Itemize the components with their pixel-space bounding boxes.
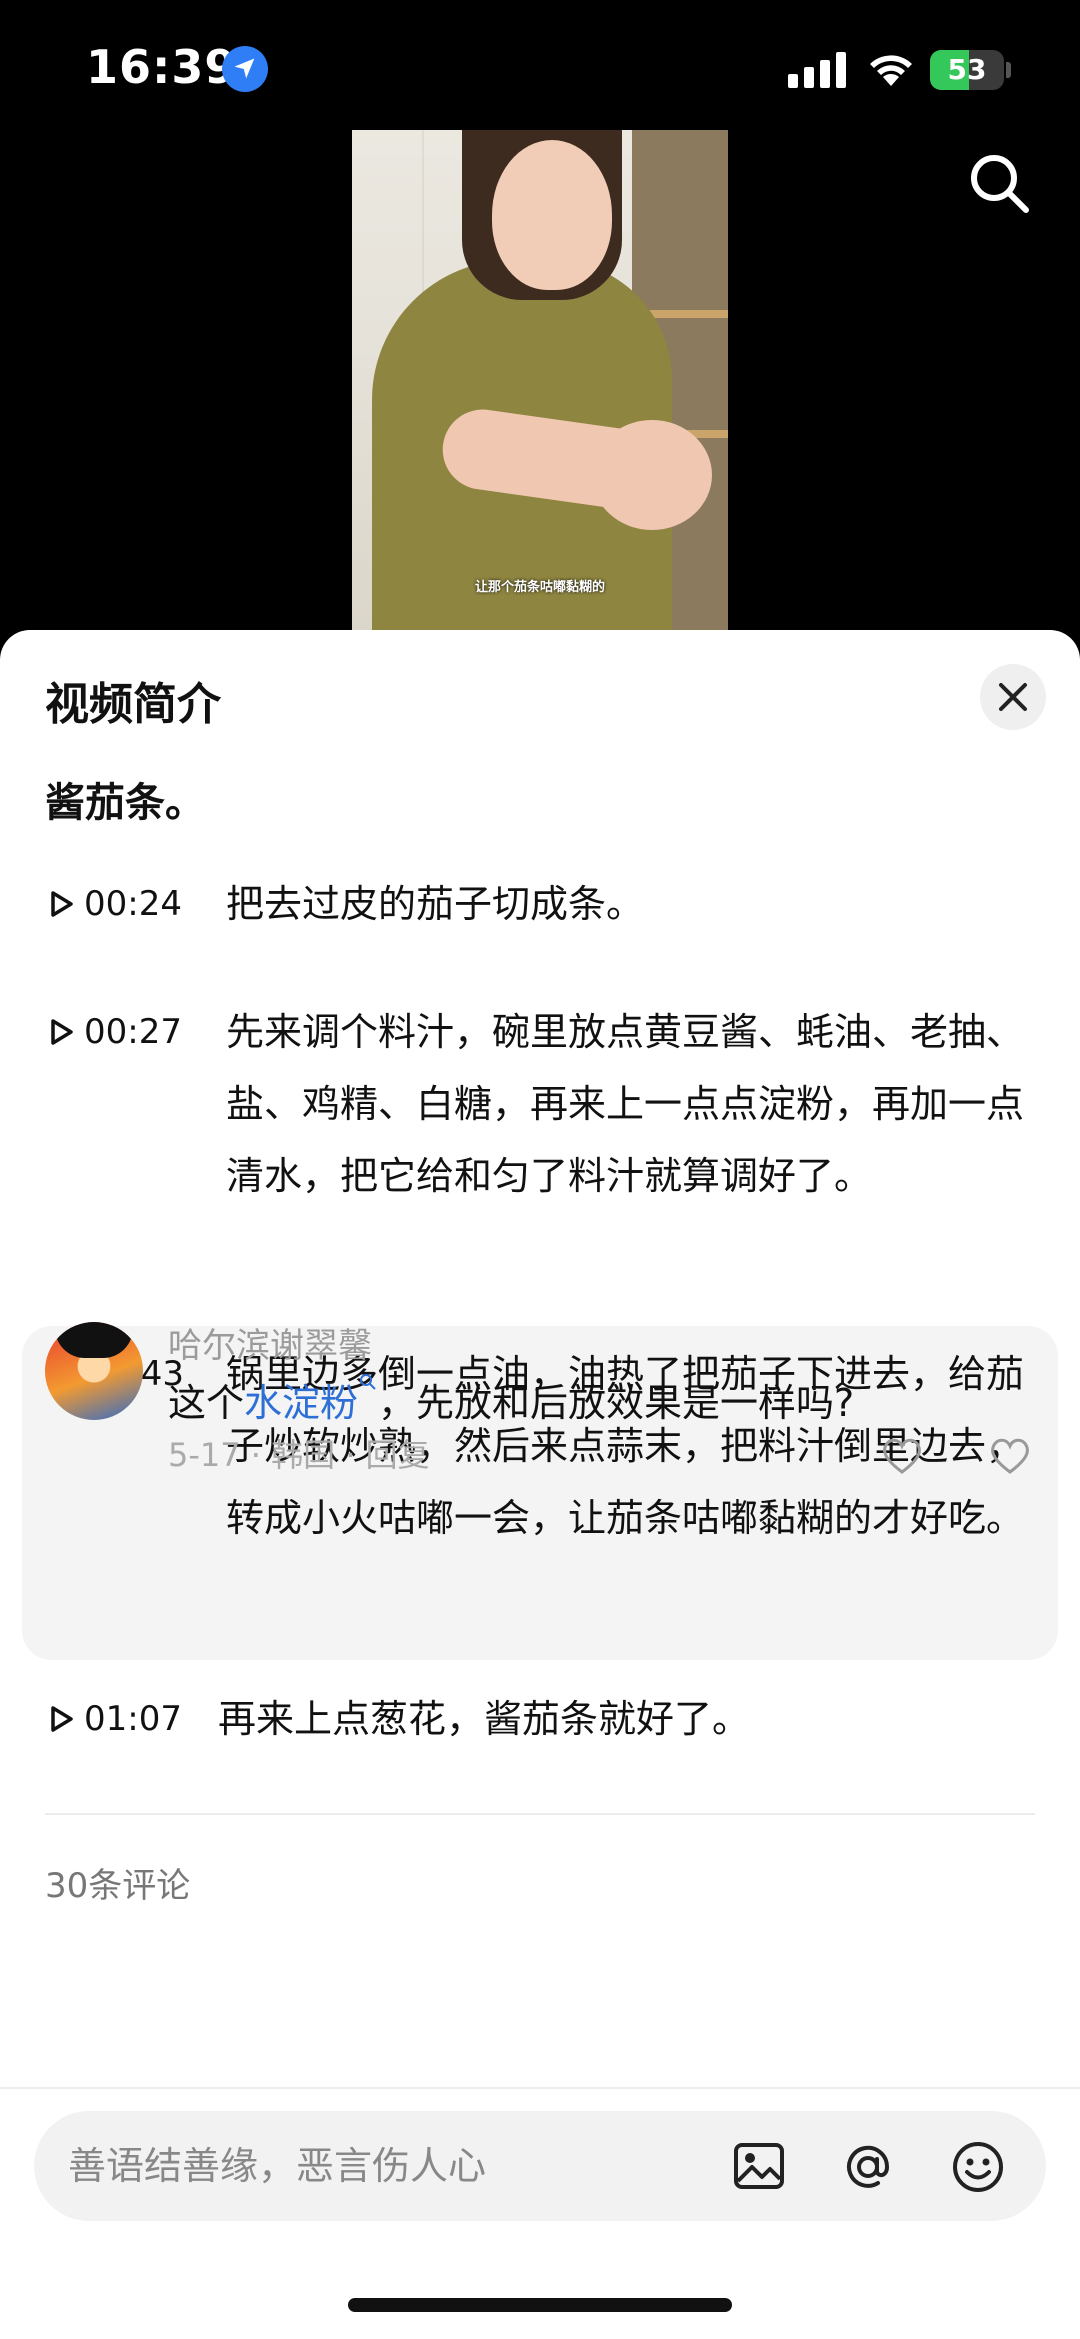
at-icon[interactable] [840, 2139, 896, 2195]
heart-icon[interactable] [880, 1436, 924, 1476]
avatar[interactable] [45, 1322, 143, 1420]
chapter-text: 再来上点葱花，酱茄条就好了。 [218, 1697, 751, 1741]
close-button[interactable] [980, 664, 1046, 730]
comment-input-placeholder: 善语结善缘，恶言伤人心 [68, 2144, 487, 2188]
chapter-timestamp[interactable]: 00:24 [50, 868, 182, 940]
location-arrow-icon [222, 46, 268, 92]
comment-text-after: ，先放和后放效果是一样吗? [378, 1381, 855, 1425]
video-person-hand [592, 420, 712, 530]
home-indicator [348, 2298, 732, 2312]
chapter-text: 把去过皮的茄子切成条。 [226, 882, 645, 926]
heart-icon[interactable] [988, 1436, 1032, 1476]
battery-tip [1006, 62, 1011, 78]
comment-meta: 5-17 · 韩国 · 回复 [168, 1436, 430, 1474]
video-player[interactable]: 让那个茄条咕嘟黏糊的 [352, 130, 728, 630]
chapter-time: 00:27 [84, 1012, 182, 1052]
signal-icon [788, 52, 846, 88]
image-icon[interactable] [732, 2139, 786, 2193]
wifi-icon [870, 55, 912, 86]
chapter-time: 00:24 [84, 884, 182, 924]
status-time: 16:39 [86, 40, 238, 94]
video-person-face [492, 140, 612, 290]
chapter-text: 先来调个料汁，碗里放点黄豆酱、蚝油、老抽、盐、鸡精、白糖，再来上一点点淀粉，再加… [226, 1010, 1025, 1198]
sheet-title: 视频简介 [45, 679, 221, 730]
comment-username[interactable]: 哈尔滨谢翠馨 [168, 1318, 372, 1367]
play-icon [51, 1706, 73, 1732]
play-icon [51, 891, 73, 917]
search-icon [360, 1374, 376, 1390]
close-icon [999, 683, 1027, 711]
avatar-hair [55, 1322, 133, 1358]
chapter-timestamp[interactable]: 00:27 [50, 996, 182, 1068]
comments-header: 30条评论 [45, 1866, 191, 1906]
play-icon [51, 1019, 73, 1045]
divider [45, 1813, 1035, 1815]
emoji-icon[interactable] [950, 2139, 1006, 2195]
battery-level: 53 [947, 53, 987, 86]
video-subtitle: 让那个茄条咕嘟黏糊的 [474, 580, 605, 595]
description-sheet: 视频简介 酱茄条。 00:24 把去过皮的茄子切成条。 00:27 先来调个料汁… [0, 630, 1080, 2337]
comment-text: 这个水淀粉 ，先放和后放效果是一样吗? [168, 1372, 854, 1427]
comment-keyword-link[interactable]: 水淀粉 [244, 1381, 358, 1425]
battery-icon: 53 [930, 50, 1004, 90]
description-lead: 酱茄条。 [45, 780, 205, 826]
status-bar: 16:39 53 [0, 0, 1080, 130]
comment-input[interactable]: 善语结善缘，恶言伤人心 [34, 2111, 1046, 2221]
chapter-timestamp[interactable]: 01:07 [50, 1683, 182, 1755]
search-icon[interactable] [968, 152, 1032, 216]
comment-text-before: 这个 [168, 1381, 245, 1425]
chapter-time: 01:07 [84, 1699, 182, 1739]
